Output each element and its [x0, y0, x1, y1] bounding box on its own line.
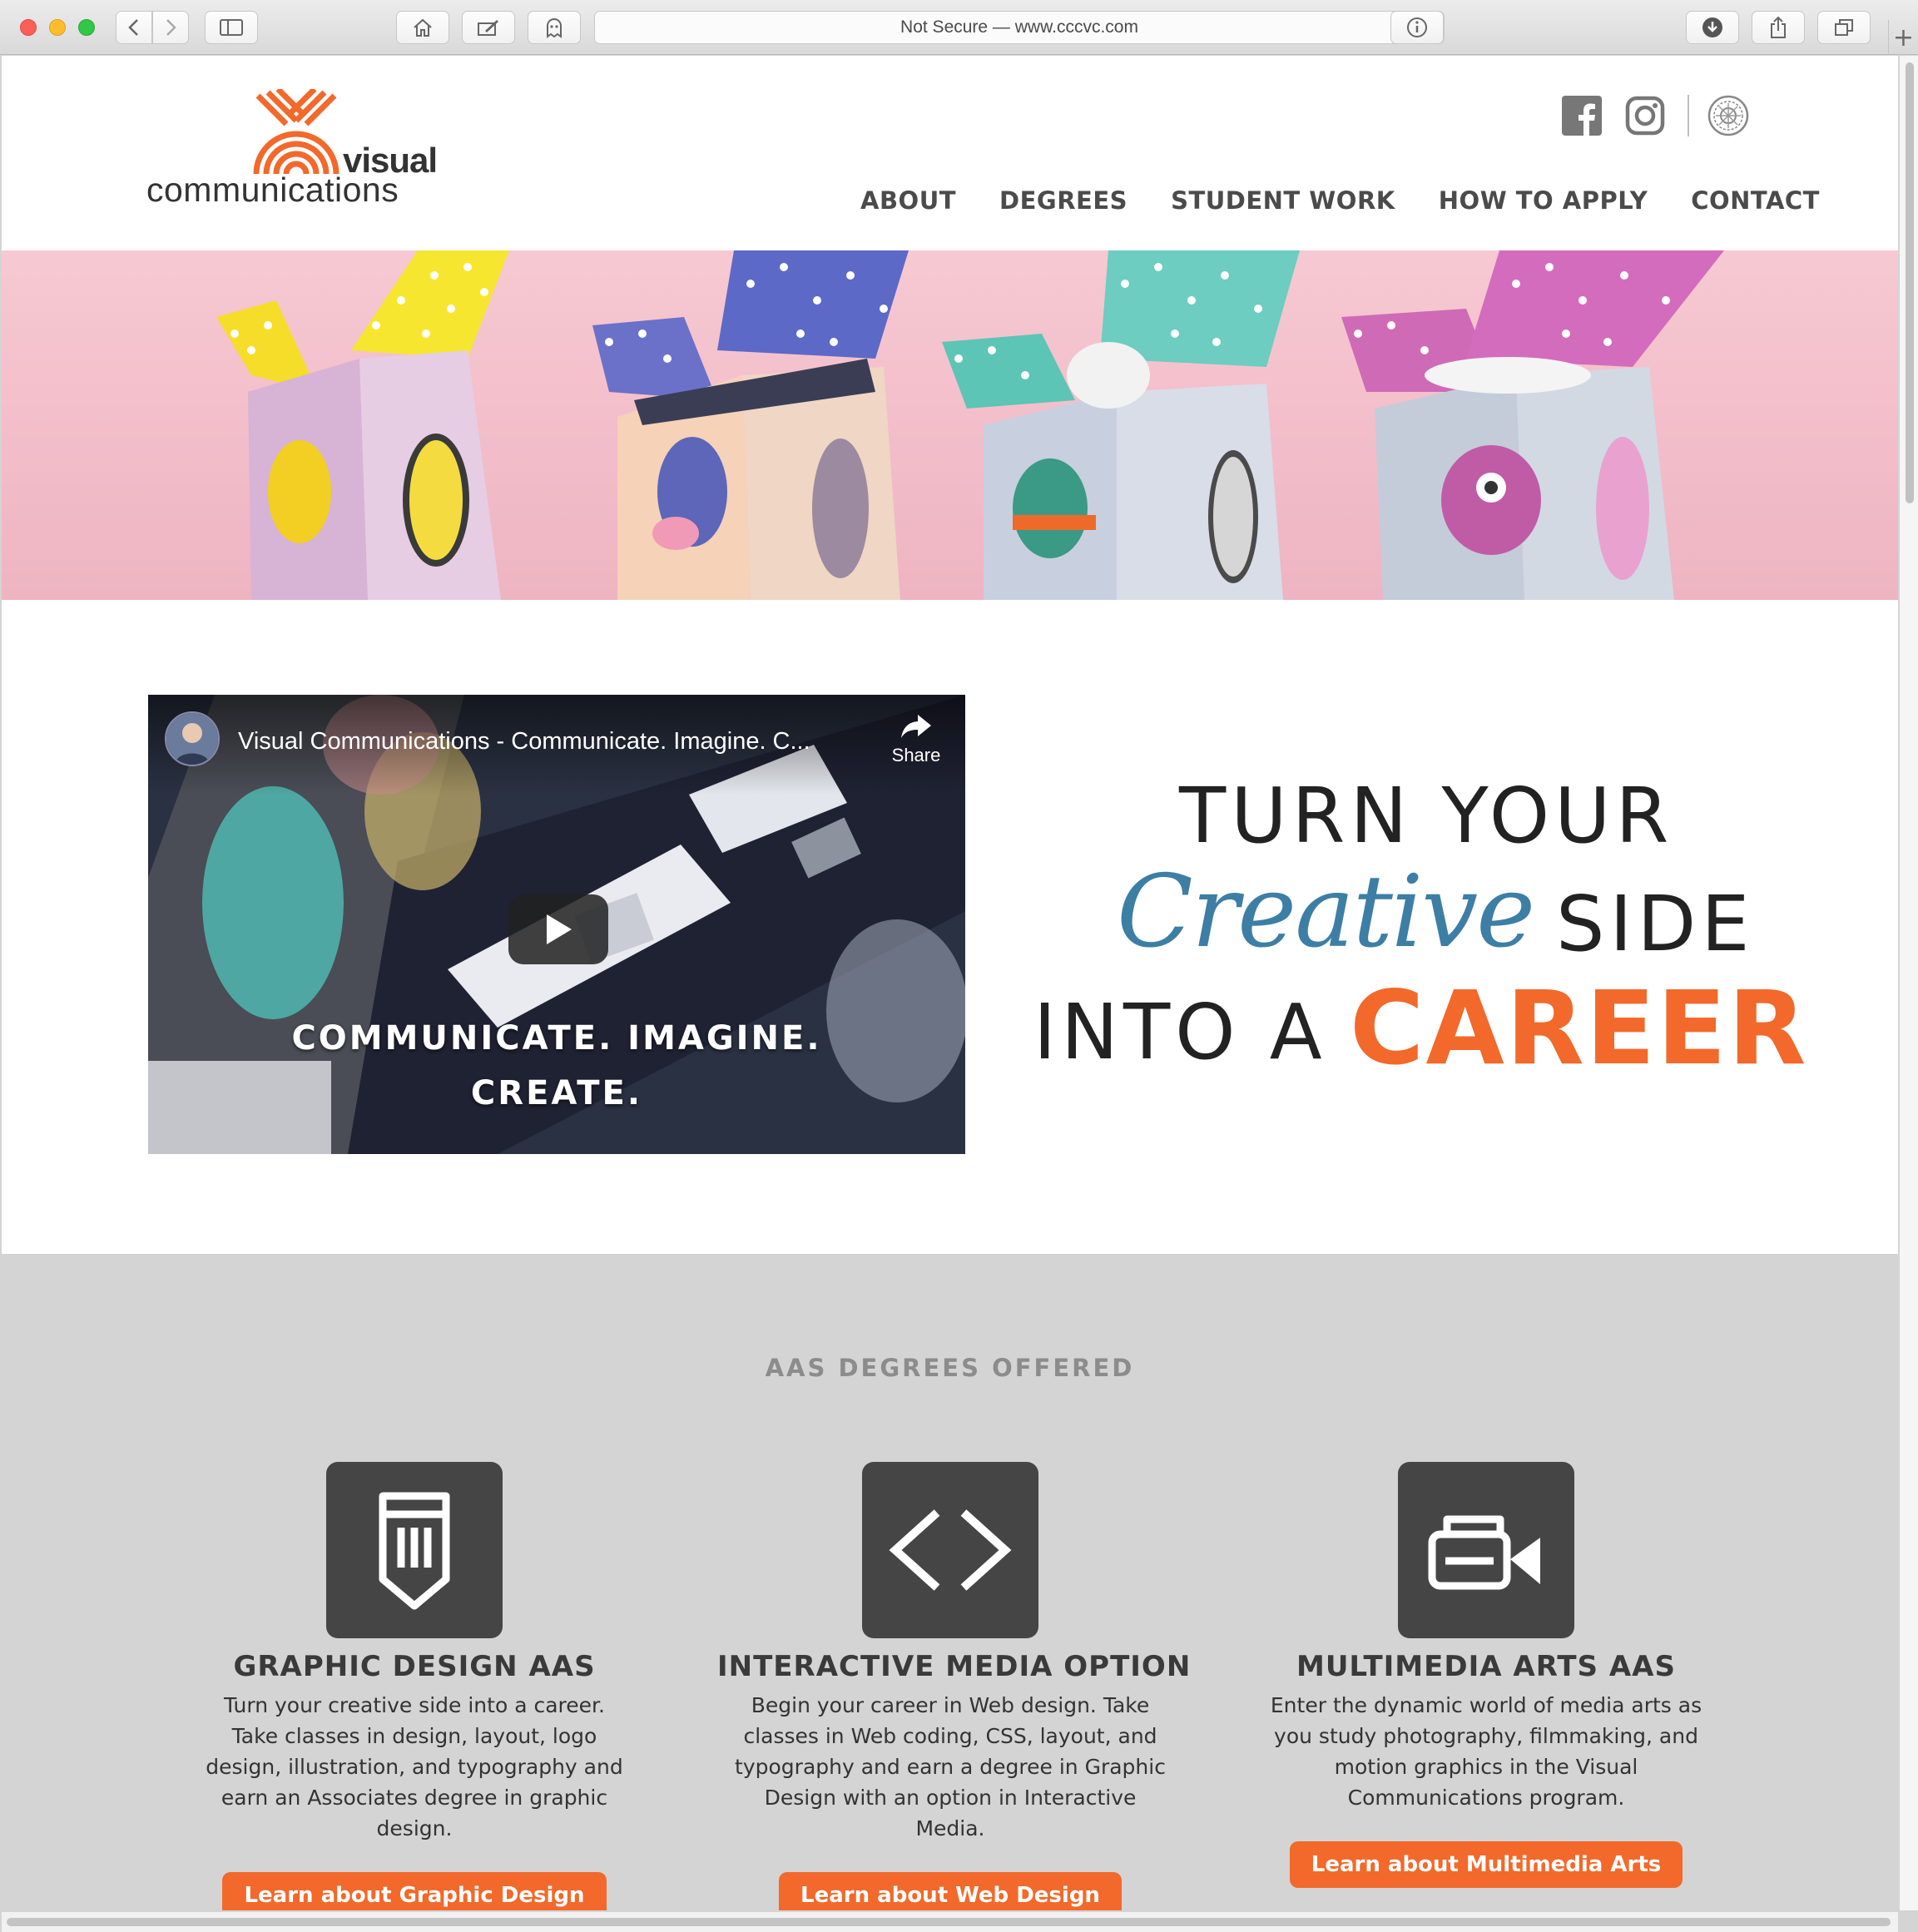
home-button[interactable]	[396, 11, 449, 44]
horizontal-scroll-thumb[interactable]	[7, 1918, 1891, 1926]
sidebar-icon	[220, 19, 243, 36]
home-icon	[414, 18, 432, 37]
packaging-box-pink	[1341, 250, 1724, 600]
share-button[interactable]	[1752, 11, 1805, 44]
edit-icon	[478, 20, 498, 36]
video-caption-line2: CREATE.	[470, 1074, 643, 1112]
tabs-overview-button[interactable]	[1817, 11, 1871, 44]
facebook-icon[interactable]	[1561, 95, 1603, 136]
chevron-left-icon	[128, 19, 138, 36]
new-tab-button[interactable]: +	[1888, 20, 1918, 55]
tagline-side: SIDE	[1556, 879, 1755, 968]
download-icon	[1702, 17, 1722, 37]
tagline-into-a: INTO A	[1033, 988, 1327, 1077]
degree-description: Begin your career in Web design. Take cl…	[735, 1693, 1166, 1840]
zoom-window-button[interactable]	[78, 19, 95, 36]
page-viewport: visual communications ABOUT DEGREES STUD…	[2, 56, 1898, 1910]
degree-description: Turn your creative side into a career. T…	[206, 1693, 623, 1840]
social-divider	[1688, 95, 1689, 136]
ghostery-button[interactable]	[528, 11, 581, 44]
vertical-scrollbar[interactable]	[1900, 56, 1918, 1910]
tagline-creative: Creative	[1117, 855, 1535, 970]
logo-word-communications: communications	[146, 171, 399, 209]
degree-title: GRAPHIC DESIGN AAS	[233, 1650, 596, 1683]
degree-title: INTERACTIVE MEDIA OPTION	[717, 1650, 1192, 1683]
browser-toolbar: Not Secure — www.cccvc.com +	[0, 0, 1918, 55]
tabs-icon	[1835, 19, 1853, 36]
play-button[interactable]	[508, 894, 608, 964]
nav-about[interactable]: ABOUT	[860, 186, 956, 215]
address-bar[interactable]: Not Secure — www.cccvc.com	[594, 11, 1445, 44]
degree-card-multimedia-arts: MULTIMEDIA ARTS AAS Enter the dynamic wo…	[1253, 1462, 1719, 1888]
degrees-heading: AAS DEGREES OFFERED	[765, 1354, 1135, 1382]
video-player[interactable]: Visual Communications - Communicate. Ima…	[148, 695, 965, 1154]
channel-avatar[interactable]	[165, 711, 220, 766]
close-window-button[interactable]	[20, 19, 37, 36]
degree-card-interactive-media: INTERACTIVE MEDIA OPTION Begin your care…	[717, 1462, 1192, 1910]
chevron-right-icon	[166, 19, 176, 36]
hero-banner-image	[2, 250, 1898, 600]
degree-description: Enter the dynamic world of media arts as…	[1270, 1693, 1702, 1810]
college-seal-icon[interactable]	[1707, 95, 1749, 136]
code-brackets-icon[interactable]	[862, 1462, 1038, 1638]
degree-card-graphic-design: GRAPHIC DESIGN AAS Turn your creative si…	[181, 1462, 647, 1910]
tagline: TURN YOUR Creative SIDE INTO A CAREER	[1033, 771, 1806, 1121]
horizontal-scrollbar[interactable]	[2, 1912, 1898, 1932]
video-camera-icon[interactable]	[1398, 1462, 1574, 1638]
share-arrow-icon	[901, 715, 931, 738]
instagram-icon[interactable]	[1624, 95, 1666, 136]
degrees-section: AAS DEGREES OFFERED GRAPHIC DESIGN AAS T…	[2, 1254, 1898, 1910]
packaging-box-teal	[942, 250, 1300, 600]
share-icon	[1771, 16, 1786, 38]
main-nav: ABOUT DEGREES STUDENT WORK HOW TO APPLY …	[860, 186, 1820, 215]
page-info-button[interactable]	[1390, 11, 1444, 44]
packaging-box-yellow	[216, 250, 509, 600]
nav-how-to-apply[interactable]: HOW TO APPLY	[1439, 186, 1648, 215]
video-share-button[interactable]: Share	[879, 713, 954, 766]
notes-button[interactable]	[462, 11, 515, 44]
tagline-turn-your: TURN YOUR	[1179, 771, 1674, 860]
logo-mark-icon	[253, 89, 339, 175]
share-label: Share	[891, 745, 941, 765]
back-button[interactable]	[116, 11, 152, 44]
packaging-box-blue	[592, 250, 909, 600]
video-caption-line1: COMMUNICATE. IMAGINE.	[291, 1019, 822, 1058]
social-links	[1561, 92, 1749, 139]
plus-icon: +	[1892, 22, 1915, 52]
minimize-window-button[interactable]	[49, 19, 66, 36]
learn-multimedia-arts-button[interactable]: Learn about Multimedia Arts	[1289, 1841, 1683, 1888]
forward-button[interactable]	[152, 11, 189, 44]
url-text: Not Secure — www.cccvc.com	[900, 17, 1138, 37]
play-icon	[547, 914, 572, 944]
video-title[interactable]: Visual Communications - Communicate. Ima…	[238, 728, 810, 755]
nav-contact[interactable]: CONTACT	[1691, 186, 1820, 215]
info-icon	[1407, 17, 1427, 37]
ghost-icon	[547, 18, 562, 38]
pencil-icon[interactable]	[326, 1462, 503, 1638]
nav-degrees[interactable]: DEGREES	[999, 186, 1128, 215]
learn-web-design-button[interactable]: Learn about Web Design	[779, 1872, 1122, 1910]
nav-student-work[interactable]: STUDENT WORK	[1171, 186, 1395, 215]
site-logo[interactable]: visual communications	[146, 89, 496, 214]
degree-title: MULTIMEDIA ARTS AAS	[1296, 1650, 1676, 1683]
scroll-thumb[interactable]	[1906, 62, 1914, 503]
tagline-career: CAREER	[1350, 969, 1808, 1087]
learn-graphic-design-button[interactable]: Learn about Graphic Design	[222, 1872, 607, 1910]
sidebar-toggle-button[interactable]	[205, 11, 258, 44]
downloads-button[interactable]	[1686, 11, 1739, 44]
